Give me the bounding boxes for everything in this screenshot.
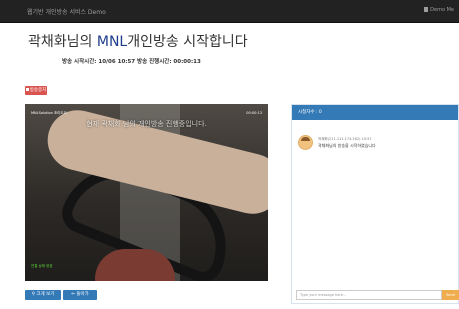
- title-suffix: 개인방송 시작합니다: [127, 34, 248, 50]
- video-player[interactable]: MNLSolution 조리도요 00:00:13 현재 곽채화 님의 개인방송…: [25, 104, 268, 281]
- chat-message-input[interactable]: Type your message here...: [296, 290, 442, 300]
- big-view-label: 크게 보기: [36, 292, 55, 297]
- avatar: [298, 135, 313, 150]
- avatar-hair: [301, 137, 310, 141]
- send-button[interactable]: Send: [442, 290, 459, 300]
- video-overlay-time: 00:00:13: [246, 111, 262, 115]
- video-overlay-label: MNLSolution 조리도요: [31, 111, 67, 115]
- top-navbar: 웹기반 개인방송 서비스 Demo Demo Me: [0, 0, 459, 23]
- user-menu[interactable]: Demo Me: [424, 7, 454, 13]
- video-banner-text: 현재 곽채화 님의 개인방송 진행중입니다.: [86, 120, 207, 128]
- chat-message-meta: 곽채화(211.111.174.162) 10:57: [318, 137, 372, 141]
- title-mnl: MNL: [96, 34, 128, 50]
- brand-title[interactable]: 웹기반 개인방송 서비스 Demo: [27, 7, 106, 16]
- user-icon: [424, 7, 429, 12]
- title-prefix: 곽채화님의: [28, 34, 97, 50]
- viewer-count-header: 시청자수 : 0: [292, 105, 458, 120]
- stop-broadcast-label: 방송중지: [29, 88, 47, 93]
- broadcast-time-info: 방송 시작시간: 10/06 10:57 방송 진행시간: 00:00:13: [62, 59, 201, 65]
- big-view-button[interactable]: ⚲ 크게 보기: [25, 290, 61, 300]
- stop-icon: [25, 88, 29, 91]
- chat-panel: 시청자수 : 0 곽채화(211.111.174.162) 10:57 곽채화님…: [291, 104, 459, 304]
- chat-message-text: 곽채화님의 방송을 시작하였습니다: [318, 143, 376, 148]
- page-title: 곽채화님의 MNL개인방송 시작합니다: [28, 31, 248, 51]
- go-back-label: 돌아가: [76, 292, 89, 297]
- video-status-text: 연결 상태 양호: [31, 264, 53, 268]
- go-back-button[interactable]: ⇐ 돌아가: [63, 290, 97, 300]
- stop-broadcast-button[interactable]: 방송중지: [25, 86, 47, 95]
- user-menu-label: Demo Me: [430, 7, 454, 13]
